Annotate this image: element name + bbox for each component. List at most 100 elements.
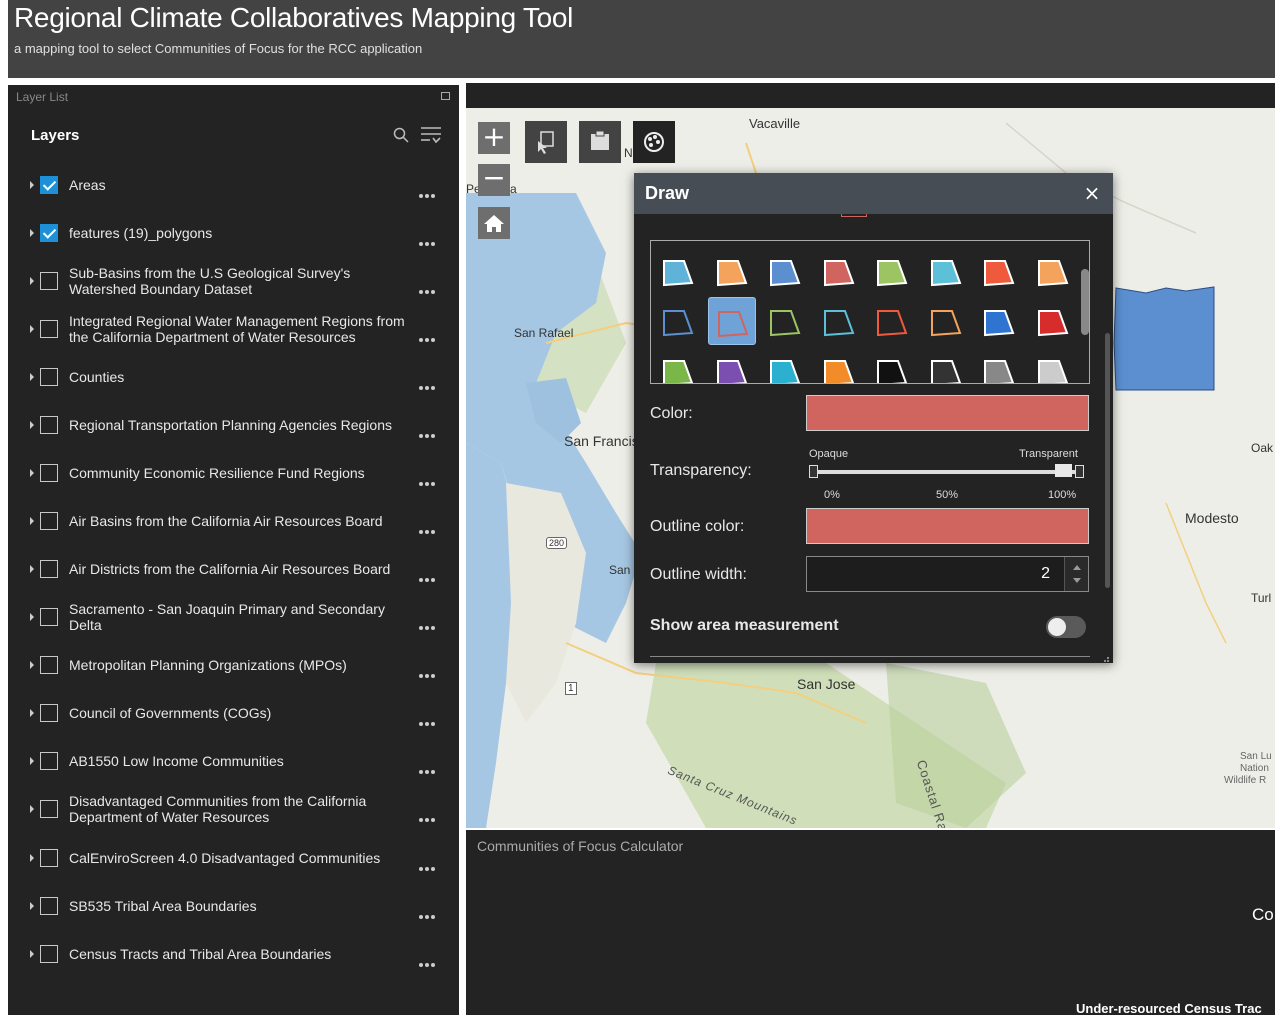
- transparency-slider[interactable]: [817, 470, 1075, 474]
- expand-caret-icon[interactable]: [30, 517, 34, 525]
- expand-caret-icon[interactable]: [30, 950, 34, 958]
- layer-item[interactable]: Air Basins from the California Air Resou…: [8, 497, 459, 545]
- layer-visibility-checkbox[interactable]: [40, 320, 58, 338]
- layer-visibility-checkbox[interactable]: [40, 560, 58, 578]
- filter-list-icon[interactable]: [420, 125, 442, 145]
- layer-options-icon[interactable]: [419, 183, 439, 198]
- symbol-swatch[interactable]: [1029, 247, 1077, 295]
- layer-options-icon[interactable]: [419, 615, 439, 630]
- symbol-palette[interactable]: [650, 240, 1090, 384]
- layer-options-icon[interactable]: [419, 327, 439, 342]
- clipboard-tool-button[interactable]: [579, 121, 621, 163]
- layer-visibility-checkbox[interactable]: [40, 656, 58, 674]
- layer-options-icon[interactable]: [419, 856, 439, 871]
- outline-width-input[interactable]: 2: [806, 556, 1089, 592]
- layer-visibility-checkbox[interactable]: [40, 416, 58, 434]
- fill-color-picker[interactable]: [806, 395, 1089, 431]
- expand-caret-icon[interactable]: [30, 421, 34, 429]
- symbol-swatch[interactable]: [922, 347, 970, 383]
- layer-item[interactable]: Council of Governments (COGs): [8, 689, 459, 737]
- layer-item[interactable]: AB1550 Low Income Communities: [8, 737, 459, 785]
- symbol-swatch[interactable]: [815, 347, 863, 383]
- expand-caret-icon[interactable]: [30, 469, 34, 477]
- layer-visibility-checkbox[interactable]: [40, 512, 58, 530]
- layer-visibility-checkbox[interactable]: [40, 800, 58, 818]
- expand-caret-icon[interactable]: [30, 805, 34, 813]
- layer-item[interactable]: Counties: [8, 353, 459, 401]
- layer-visibility-checkbox[interactable]: [40, 945, 58, 963]
- resize-handle-icon[interactable]: [1100, 651, 1110, 665]
- symbol-swatch[interactable]: [975, 347, 1023, 383]
- zoom-in-button[interactable]: +: [478, 122, 510, 154]
- layer-item[interactable]: Areas: [8, 161, 459, 209]
- layer-options-icon[interactable]: [419, 759, 439, 774]
- outline-color-picker[interactable]: [806, 508, 1089, 544]
- symbol-swatch[interactable]: [761, 297, 809, 345]
- palette-scrollbar[interactable]: [1081, 269, 1089, 335]
- select-tool-button[interactable]: [525, 121, 567, 163]
- draw-tool-button[interactable]: [633, 121, 675, 163]
- symbol-swatch[interactable]: [922, 247, 970, 295]
- symbol-swatch[interactable]: [975, 297, 1023, 345]
- zoom-out-button[interactable]: −: [478, 164, 510, 196]
- symbol-swatch[interactable]: [654, 297, 702, 345]
- expand-caret-icon[interactable]: [30, 757, 34, 765]
- layer-options-icon[interactable]: [419, 279, 439, 294]
- layer-options-icon[interactable]: [419, 904, 439, 919]
- layer-item[interactable]: Sub-Basins from the U.S Geological Surve…: [8, 257, 459, 305]
- layer-item[interactable]: Air Districts from the California Air Re…: [8, 545, 459, 593]
- maximize-icon[interactable]: [441, 92, 450, 100]
- symbol-swatch[interactable]: [654, 247, 702, 295]
- layer-visibility-checkbox[interactable]: [40, 368, 58, 386]
- layer-options-icon[interactable]: [419, 471, 439, 486]
- layer-options-icon[interactable]: [419, 567, 439, 582]
- layer-item[interactable]: features (19)_polygons: [8, 209, 459, 257]
- stepper-arrows[interactable]: [1064, 557, 1088, 591]
- expand-caret-icon[interactable]: [30, 277, 34, 285]
- layer-visibility-checkbox[interactable]: [40, 704, 58, 722]
- expand-caret-icon[interactable]: [30, 229, 34, 237]
- layer-item[interactable]: Census Tracts and Tribal Area Boundaries: [8, 930, 459, 978]
- layer-visibility-checkbox[interactable]: [40, 224, 58, 242]
- symbol-swatch[interactable]: [708, 247, 756, 295]
- expand-caret-icon[interactable]: [30, 709, 34, 717]
- layer-item[interactable]: Community Economic Resilience Fund Regio…: [8, 449, 459, 497]
- symbol-swatch[interactable]: [761, 347, 809, 383]
- expand-caret-icon[interactable]: [30, 613, 34, 621]
- symbol-swatch[interactable]: [868, 297, 916, 345]
- layer-options-icon[interactable]: [419, 375, 439, 390]
- layer-visibility-checkbox[interactable]: [40, 464, 58, 482]
- close-icon[interactable]: ×: [1082, 182, 1102, 204]
- symbol-swatch[interactable]: [707, 297, 756, 345]
- expand-caret-icon[interactable]: [30, 661, 34, 669]
- slider-right-arrow[interactable]: [1075, 465, 1084, 478]
- layer-visibility-checkbox[interactable]: [40, 608, 58, 626]
- expand-caret-icon[interactable]: [30, 325, 34, 333]
- layer-options-icon[interactable]: [419, 807, 439, 822]
- symbol-swatch[interactable]: [761, 247, 809, 295]
- show-area-toggle[interactable]: [1046, 616, 1086, 638]
- search-icon[interactable]: [393, 127, 409, 143]
- symbol-swatch[interactable]: [815, 297, 863, 345]
- symbol-swatch[interactable]: [868, 247, 916, 295]
- symbol-swatch[interactable]: [708, 347, 756, 383]
- expand-caret-icon[interactable]: [30, 902, 34, 910]
- symbol-swatch[interactable]: [1029, 347, 1077, 383]
- home-button[interactable]: [478, 207, 510, 239]
- symbol-swatch[interactable]: [868, 347, 916, 383]
- layer-options-icon[interactable]: [419, 519, 439, 534]
- expand-caret-icon[interactable]: [30, 854, 34, 862]
- layer-visibility-checkbox[interactable]: [40, 272, 58, 290]
- symbol-swatch[interactable]: [975, 247, 1023, 295]
- layer-item[interactable]: Sacramento - San Joaquin Primary and Sec…: [8, 593, 459, 641]
- expand-caret-icon[interactable]: [30, 181, 34, 189]
- symbol-swatch[interactable]: [922, 297, 970, 345]
- layer-options-icon[interactable]: [419, 711, 439, 726]
- layer-visibility-checkbox[interactable]: [40, 849, 58, 867]
- symbol-swatch[interactable]: [1029, 297, 1077, 345]
- symbol-swatch[interactable]: [654, 347, 702, 383]
- layer-options-icon[interactable]: [419, 952, 439, 967]
- layer-visibility-checkbox[interactable]: [40, 897, 58, 915]
- layer-item[interactable]: Integrated Regional Water Management Reg…: [8, 305, 459, 353]
- layer-options-icon[interactable]: [419, 423, 439, 438]
